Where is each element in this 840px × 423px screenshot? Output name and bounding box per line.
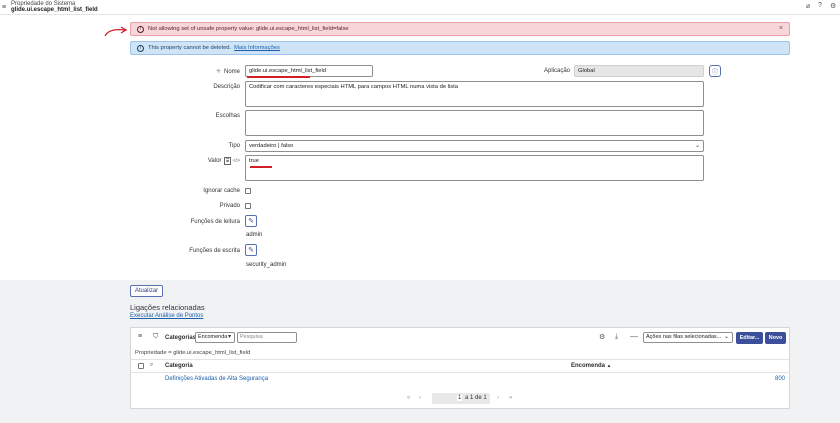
edit-button[interactable]: Editar... [736,332,763,344]
search-input[interactable]: Pesquisa [237,332,297,343]
choices-label: Escolhas [215,113,240,119]
application-field: Global [574,65,704,77]
choices-field[interactable] [245,110,704,136]
pagination-box: 1 a 1 de 1 [432,393,490,404]
related-links-heading: Ligações relacionadas [130,303,205,312]
script-icon[interactable]: ⌸ [224,157,232,165]
order-select[interactable]: Encomenda ▾ [195,332,235,343]
read-roles-label: Funções de leitura [190,219,240,225]
record-title: glide.ui.escape_html_list_field [11,7,98,13]
breadcrumb[interactable]: Propriedade = glide.ui.escape_html_list_… [135,350,250,356]
actions-select-value: Ações nas filas selecionadas... [646,334,722,340]
description-label: Descrição [213,84,240,90]
first-page-icon[interactable]: « [407,395,410,401]
pencil-icon: ✎ [248,218,254,225]
error-alert: ! Not allowing set of unsafe property va… [130,22,790,36]
info-icon: i [137,44,144,52]
annotation-underline [247,76,310,78]
run-point-scan-link[interactable]: Executar Análise de Pontos [130,313,203,319]
settings-icon[interactable]: ⚙ [830,2,836,10]
info-alert: i This property cannot be deleted. Mais … [130,41,790,55]
column-header-order[interactable]: Encomenda ▲ [571,363,611,369]
pencil-icon: ✎ [248,247,254,254]
write-roles-edit-button[interactable]: ✎ [245,244,257,256]
value-label: Valor ⌸ </> [207,157,240,165]
private-checkbox[interactable] [245,203,251,209]
write-roles-value: security_admin [246,262,287,268]
new-button[interactable]: Novo [765,332,786,344]
error-text: Not allowing set of unsafe property valu… [148,26,349,32]
type-select[interactable]: verdadeiro | falso ⌄ [245,140,704,152]
help-icon[interactable]: ? [818,2,822,9]
read-roles-value: admin [246,232,263,238]
code-icon[interactable]: </> [233,158,240,164]
chevron-down-icon: ⌄ [694,143,700,149]
type-select-value: verdadeiro | falso [249,143,294,149]
update-button[interactable]: Atualizar [130,285,163,297]
actions-select[interactable]: Ações nas filas selecionadas... ⌄ [643,332,733,343]
menu-icon[interactable]: ≡ [2,4,6,11]
page-count: a 1 de 1 [465,395,487,401]
description-field[interactable]: Codificar com caracteres especiais HTML … [245,81,704,107]
application-label: Aplicação [543,68,570,74]
mandatory-icon: ✳ [215,69,221,75]
divider [131,359,789,360]
ignore-cache-checkbox[interactable] [245,188,251,194]
chevron-down-icon: ⌄ [723,334,729,340]
type-label: Tipo [228,143,240,149]
prev-page-icon[interactable]: ‹ [419,395,421,401]
last-page-icon[interactable]: » [509,395,512,401]
value-field[interactable]: true [245,155,704,181]
filter-icon[interactable]: ⛉ [153,333,158,341]
header-bar: ≡ Propriedade do Sistema glide.ui.escape… [0,0,840,15]
select-all-checkbox[interactable] [138,363,144,369]
annotation-underline [250,166,272,168]
close-icon[interactable]: × [779,25,783,32]
table-row-category[interactable]: Definições Ativadas de Alta Segurança [165,376,268,382]
divider [131,372,789,373]
list-menu-icon[interactable]: ≡ [138,333,142,340]
related-list: ≡ ⛉ Categorias Encomenda ▾ Pesquisa ⚙ ⤓ … [130,327,790,409]
order-select-value: Encomenda [198,334,228,340]
error-icon: ! [137,25,144,33]
download-icon[interactable]: ⤓ [615,333,618,341]
column-header-category[interactable]: Categoria [165,363,193,369]
annotation-arrow [104,26,128,37]
application-info-button[interactable]: ⓘ [709,65,721,77]
info-circle-icon: ⓘ [711,69,718,76]
collapse-icon[interactable]: — [630,332,638,341]
write-roles-label: Funções de escrita [189,248,240,254]
paperclip-icon[interactable]: ⌀ [806,2,810,10]
ignore-cache-label: Ignorar cache [203,188,240,194]
page-input[interactable]: 1 [457,395,463,401]
table-row-order: 800 [774,376,785,382]
gear-icon[interactable]: ⚙ [599,333,605,341]
search-icon[interactable]: ⌕ [150,362,153,369]
info-text: This property cannot be deleted. [148,45,232,51]
private-label: Privado [219,203,240,209]
next-page-icon[interactable]: › [497,395,499,401]
name-label: ✳ Nome [215,69,240,75]
list-title: Categorias [165,335,197,341]
read-roles-edit-button[interactable]: ✎ [245,215,257,227]
more-info-link[interactable]: Mais Informações [234,45,280,51]
chevron-down-icon: ▾ [227,334,231,340]
